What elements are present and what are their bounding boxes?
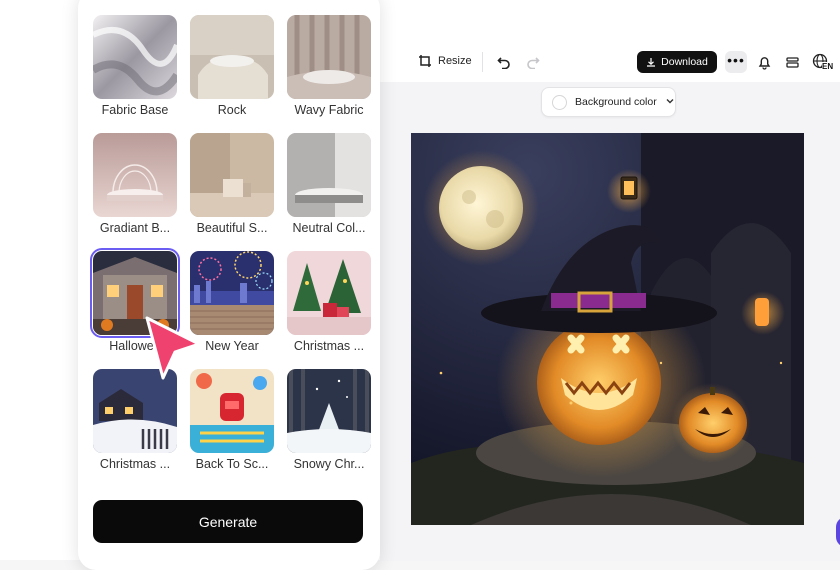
template-snowy-chr[interactable] [287, 369, 371, 453]
template-gradiant-b[interactable] [93, 133, 177, 217]
halloween-scene-image [411, 133, 804, 525]
template-wavy-fabric[interactable] [287, 15, 371, 99]
background-color-dropdown[interactable]: Background color [541, 87, 676, 117]
chevron-down-icon [665, 93, 675, 111]
christmas-thumbnail [287, 251, 371, 335]
template-beautiful-s[interactable] [190, 133, 274, 217]
neutral-thumbnail [287, 133, 371, 217]
template-label: Snowy Chr... [293, 457, 365, 471]
redo-icon[interactable] [526, 55, 540, 69]
language-badge: EN [822, 62, 834, 71]
fabric-base-thumbnail [93, 15, 177, 99]
templates-panel: Fabric Base Rock Wavy Fabric Gradiant B.… [78, 0, 380, 570]
color-swatch [552, 94, 567, 110]
generate-label: Generate [198, 513, 258, 530]
template-label: Christmas ... [99, 457, 171, 471]
canvas-image[interactable] [411, 133, 804, 525]
download-icon [646, 57, 656, 67]
resize-icon [418, 54, 432, 68]
toolbar-divider [482, 52, 483, 72]
more-options-button[interactable]: ••• [725, 51, 747, 73]
template-label: Wavy Fabric [294, 103, 364, 117]
background-color-label: Background color [575, 96, 657, 108]
template-label: Christmas ... [293, 339, 365, 353]
snowy-thumbnail [287, 369, 371, 453]
template-label: Gradiant B... [99, 221, 171, 235]
template-label: Fabric Base [101, 103, 169, 117]
template-label: Beautiful S... [196, 221, 268, 235]
template-label: Back To Sc... [195, 457, 269, 471]
generate-button[interactable]: Generate [93, 500, 363, 543]
download-label: Download [661, 56, 708, 68]
template-label: Neutral Col... [292, 221, 366, 235]
template-christmas[interactable] [287, 251, 371, 335]
layers-icon[interactable] [785, 55, 800, 70]
download-button[interactable]: Download [637, 51, 717, 73]
more-icon: ••• [727, 52, 745, 68]
top-toolbar: Resize EN [380, 42, 840, 82]
pointer-cursor-icon [143, 314, 203, 389]
resize-button[interactable]: Resize [418, 54, 472, 68]
rock-thumbnail [190, 15, 274, 99]
beautiful-thumbnail [190, 133, 274, 217]
language-icon[interactable]: EN [812, 53, 834, 71]
template-label: Rock [217, 103, 247, 117]
wavy-fabric-thumbnail [287, 15, 371, 99]
template-fabric-base[interactable] [93, 15, 177, 99]
undo-icon[interactable] [497, 55, 511, 69]
template-rock[interactable] [190, 15, 274, 99]
gradiant-thumbnail [93, 133, 177, 217]
resize-label: Resize [438, 55, 472, 67]
template-neutral-col[interactable] [287, 133, 371, 217]
bell-icon[interactable] [757, 55, 772, 70]
